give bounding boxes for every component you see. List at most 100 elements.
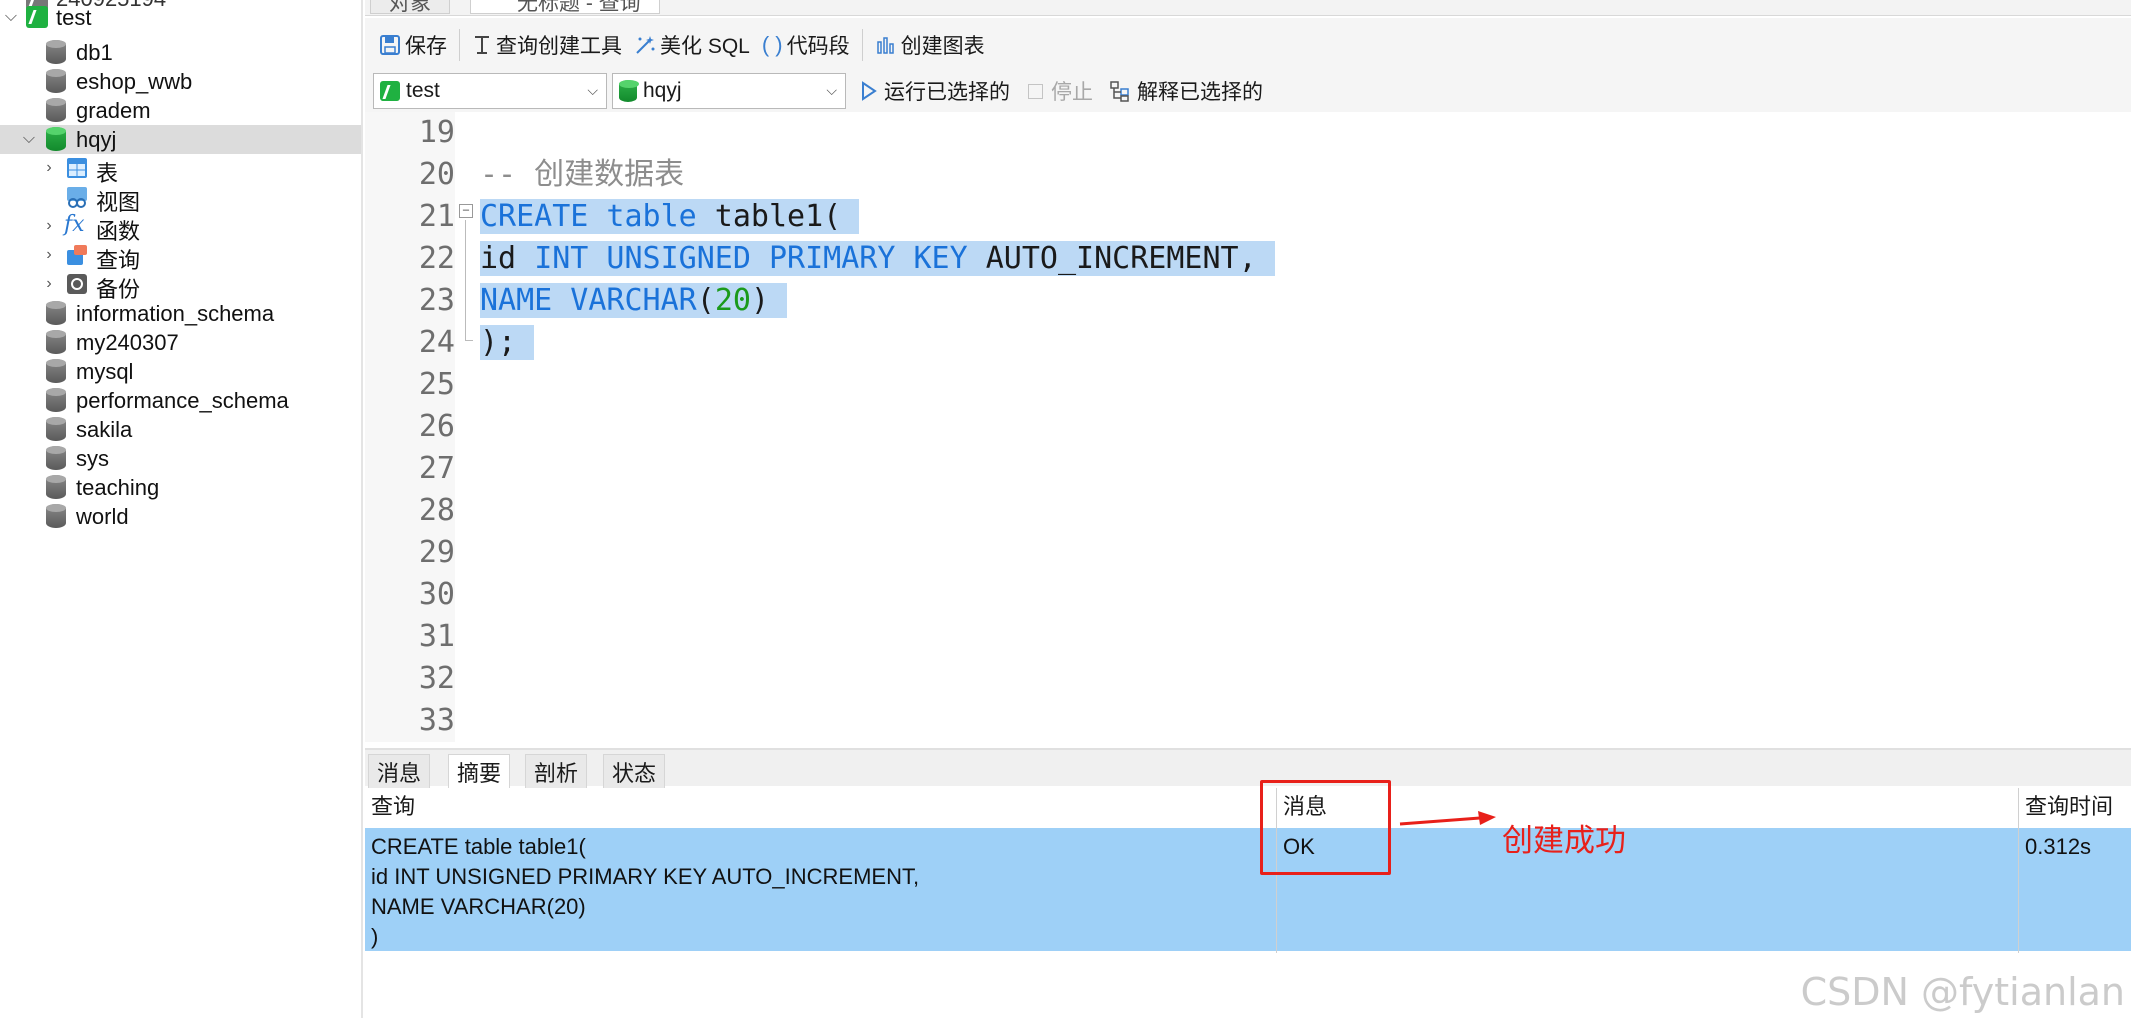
result-tab-bar: 消息 摘要 剖析 状态 [365,748,2131,788]
column-header-query[interactable]: 查询 [365,788,1275,826]
sql-keyword: CREATE table [480,199,697,234]
beautify-sql-label: 美化 SQL [660,35,750,58]
stop-button[interactable]: 停止 [1028,76,1093,106]
explain-selected-button[interactable]: 解释已选择的 [1109,76,1263,106]
beautify-sql-button[interactable]: 美化 SQL [628,25,756,65]
sql-keyword: INT UNSIGNED PRIMARY KEY [534,241,968,276]
database-icon [46,446,68,470]
query-icon [66,244,88,268]
column-divider[interactable] [2018,788,2019,953]
query-builder-label: 查询创建工具 [496,35,622,58]
database-icon [46,98,68,122]
tree-db-world[interactable]: world [0,502,361,531]
sql-keyword: NAME VARCHAR [480,283,697,318]
connection-select[interactable]: test ⌵ [373,73,607,109]
database-select[interactable]: hqyj ⌵ [612,73,846,109]
database-label: performance_schema [76,388,289,413]
tree-db-eshop-wwb[interactable]: eshop_wwb [0,67,361,96]
database-label: mysql [76,359,134,384]
backup-icon [66,273,88,297]
parentheses-icon: ( ) [761,32,783,57]
chevron-down-icon: ⌵ [587,82,598,98]
query-builder-button[interactable]: 查询创建工具 [466,25,628,65]
tree-db-hqyj[interactable]: ⌵ hqyj [0,125,361,154]
tree-db-db1[interactable]: db1 [0,38,361,67]
database-label: gradem [76,98,151,123]
tree-item-tables[interactable]: › 表 [0,154,361,186]
save-button[interactable]: 保存 [373,25,453,65]
chevron-right-icon[interactable]: › [40,275,58,293]
code-snippet-button[interactable]: ( ) 代码段 [756,25,856,65]
database-open-icon [46,127,68,151]
save-icon [380,35,400,55]
database-icon [46,359,68,383]
database-label: teaching [76,475,160,500]
line-number: 24 [418,325,455,360]
tab-query[interactable]: 无标题 - 查询 [470,0,660,15]
chevron-right-icon[interactable]: › [40,159,58,177]
sql-number: 20 [714,283,751,318]
tree-item-functions[interactable]: › fx 函数 [0,212,361,244]
tree-item-queries[interactable]: › 查询 [0,241,361,273]
tree-connection-test[interactable]: ⌵ test [0,3,361,32]
fold-toggle[interactable]: − [459,204,473,218]
column-header-time[interactable]: 查询时间 [2019,788,2131,826]
tab-profile[interactable]: 剖析 [525,754,588,788]
database-icon [46,301,68,325]
line-number: 20 [418,157,455,192]
fold-guide-end [465,340,473,341]
code-line-create: CREATE table table1( [480,196,860,238]
database-label: eshop_wwb [76,69,193,94]
database-icon [46,69,68,93]
explain-selected-label: 解释已选择的 [1137,81,1263,104]
tree-db-my240307[interactable]: my240307 [0,328,361,357]
sql-text: ( [696,283,715,318]
database-icon [46,475,68,499]
code-line-name: NAME VARCHAR(20) [480,280,788,322]
database-label: db1 [76,40,113,65]
tab-objects[interactable]: 对象 [370,0,450,15]
create-chart-button[interactable]: 创建图表 [869,25,991,65]
table-row[interactable]: CREATE table table1( id INT UNSIGNED PRI… [365,828,2131,951]
chevron-down-icon: ⌵ [826,82,837,98]
line-number: 33 [418,703,455,738]
tab-summary[interactable]: 摘要 [448,754,511,788]
line-number: 31 [418,619,455,654]
annotation-label: 创建成功 [1502,823,1626,858]
database-label: world [76,504,129,529]
tab-messages[interactable]: 消息 [368,754,431,788]
line-number: 26 [418,409,455,444]
tree-db-gradem[interactable]: gradem [0,96,361,125]
tree-db-mysql[interactable]: mysql [0,357,361,386]
code-line-comment: -- 创建数据表 [480,157,685,192]
tree-db-information-schema[interactable]: information_schema [0,299,361,328]
database-label: sakila [76,417,133,442]
tree-item-backups[interactable]: › 备份 [0,270,361,302]
connection-select-value: test [406,79,440,102]
tree-db-sys[interactable]: sys [0,444,361,473]
sql-text: ); [480,325,517,360]
tree-item-views[interactable]: 视图 [0,183,361,215]
chevron-down-icon[interactable]: ⌵ [2,8,20,26]
chevron-right-icon[interactable]: › [40,246,58,264]
toolbar-divider [459,29,460,61]
line-number: 19 [418,115,455,150]
tree-db-performance-schema[interactable]: performance_schema [0,386,361,415]
line-number-gutter: 19 20 21 22 23 24 25 26 27 28 29 30 31 3… [365,112,455,742]
database-open-icon [619,80,639,102]
line-number: 23 [418,283,455,318]
tree-db-sakila[interactable]: sakila [0,415,361,444]
tree-db-teaching[interactable]: teaching [0,473,361,502]
chevron-right-icon[interactable]: › [40,217,58,235]
line-number: 32 [418,661,455,696]
tab-status[interactable]: 状态 [603,754,666,788]
fold-guide [465,220,466,340]
chevron-down-icon[interactable]: ⌵ [20,130,38,148]
run-selected-button[interactable]: 运行已选择的 [860,76,1010,106]
cell-query: CREATE table table1( id INT UNSIGNED PRI… [371,834,920,949]
editor-toolbar: 保存 查询创建工具 美化 SQL ( ) 代码段 创建图表 [365,18,2131,72]
database-label: sys [76,446,109,471]
sql-editor[interactable]: 19 20 21 22 23 24 25 26 27 28 29 30 31 3… [365,112,2131,742]
line-number: 25 [418,367,455,402]
watermark: CSDN @fytianlan [1800,970,2125,1014]
